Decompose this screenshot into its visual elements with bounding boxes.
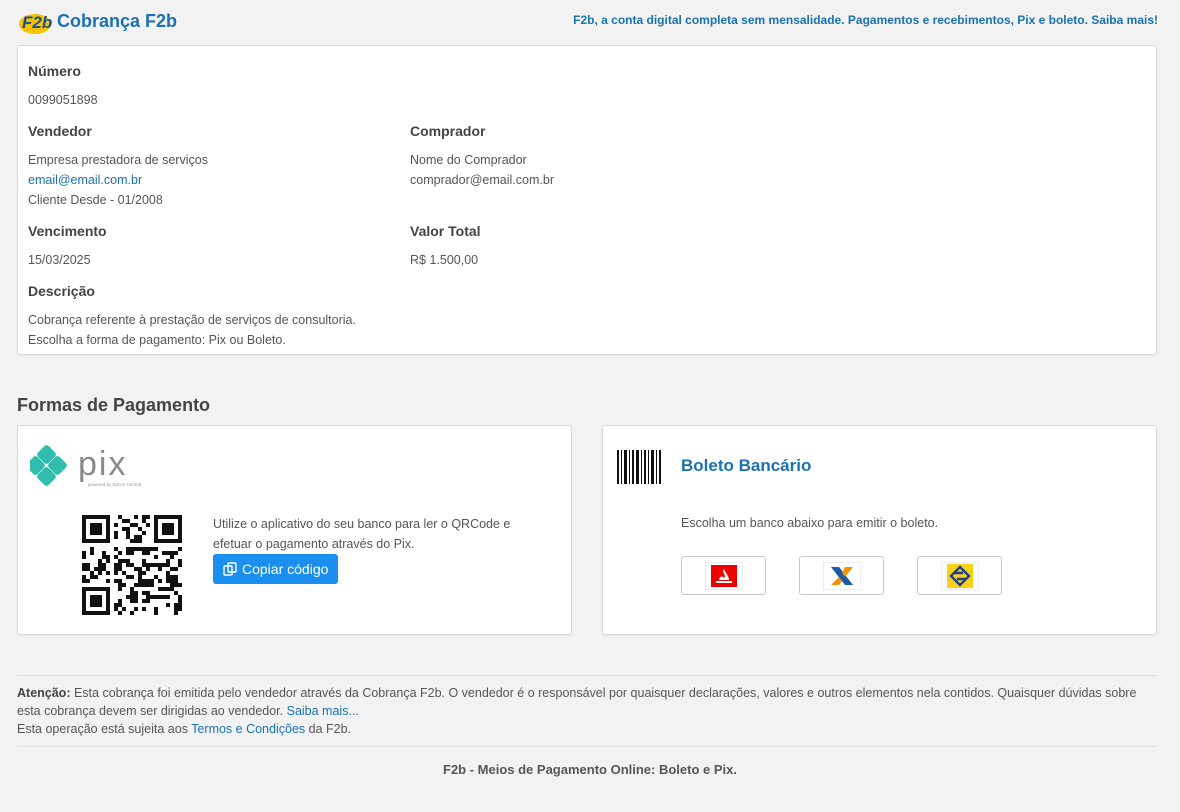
vencimento-value: 15/03/2025 [28, 253, 91, 267]
boleto-card: Boleto Bancário Escolha um banco abaixo … [602, 425, 1157, 635]
valor-label: Valor Total [410, 223, 481, 239]
copy-code-button[interactable]: Copiar código [213, 554, 339, 584]
descricao-line-1: Cobrança referente à prestação de serviç… [28, 313, 356, 327]
numero-value: 0099051898 [28, 93, 98, 107]
header: F2b Cobrança F2b F2b, a conta digital co… [18, 8, 1158, 36]
vendedor-email-link[interactable]: email@email.com.br [28, 173, 142, 187]
f2b-logo-icon[interactable]: F2b [18, 8, 52, 36]
bank-button-banco-do-brasil[interactable] [917, 556, 1002, 595]
banco-do-brasil-icon [940, 561, 979, 590]
caixa-icon [822, 561, 861, 590]
comprador-label: Comprador [410, 123, 486, 139]
brand-title[interactable]: Cobrança F2b [57, 11, 177, 32]
vendedor-label: Vendedor [28, 123, 92, 139]
numero-label: Número [28, 63, 81, 79]
terms-prefix: Esta operação está sujeita aos [17, 722, 192, 736]
footer-divider-top [17, 675, 1157, 676]
boleto-instructions: Escolha um banco abaixo para emitir o bo… [681, 516, 939, 530]
attention-label: Atenção: [17, 686, 71, 700]
saiba-mais-link[interactable]: Saiba mais... [287, 704, 359, 718]
footer-divider-bottom [17, 746, 1157, 747]
vendedor-info: Empresa prestadora de serviços email@ema… [28, 150, 208, 210]
boleto-title: Boleto Bancário [681, 456, 812, 475]
descricao-label: Descrição [28, 283, 95, 299]
pix-card: pix powered by Banco Central Utilize o a… [17, 425, 572, 635]
svg-text:powered by Banco Central: powered by Banco Central [88, 482, 141, 487]
payment-methods-title: Formas de Pagamento [17, 395, 211, 415]
pix-qrcode [82, 515, 182, 615]
footer-tagline: F2b - Meios de Pagamento Online: Boleto … [443, 762, 737, 777]
invoice-details-card: Número 0099051898 Vendedor Empresa prest… [17, 45, 1157, 355]
comprador-email: comprador@email.com.br [410, 173, 554, 187]
attention-text: Esta cobrança foi emitida pelo vendedor … [17, 686, 1137, 718]
copy-code-label: Copiar código [242, 561, 329, 577]
comprador-name: Nome do Comprador [410, 153, 527, 167]
pix-logo-icon: pix powered by Banco Central [30, 445, 141, 487]
pix-instructions: Utilize o aplicativo do seu banco para l… [213, 517, 511, 551]
vendedor-since: Cliente Desde - 01/2008 [28, 193, 163, 207]
svg-text:pix: pix [78, 445, 127, 483]
bank-button-caixa[interactable] [799, 556, 884, 595]
valor-value: R$ 1.500,00 [410, 253, 479, 267]
comprador-info: Nome do Comprador comprador@email.com.br [410, 150, 554, 190]
descricao-text: Cobrança referente à prestação de serviç… [28, 310, 356, 350]
vendedor-name: Empresa prestadora de serviços [28, 153, 208, 167]
footer-notice: Atenção: Esta cobrança foi emitida pelo … [17, 684, 1157, 738]
bank-button-santander[interactable] [681, 556, 766, 595]
barcode-icon [617, 450, 661, 484]
logo-text: F2b [22, 13, 52, 32]
terms-suffix: da F2b. [305, 722, 352, 736]
terms-link[interactable]: Termos e Condições [191, 722, 305, 736]
vencimento-label: Vencimento [28, 223, 107, 239]
promo-link[interactable]: F2b, a conta digital completa sem mensal… [573, 13, 1158, 27]
descricao-line-2: Escolha a forma de pagamento: Pix ou Bol… [28, 333, 286, 347]
santander-icon [704, 561, 743, 590]
copy-icon [223, 562, 237, 576]
